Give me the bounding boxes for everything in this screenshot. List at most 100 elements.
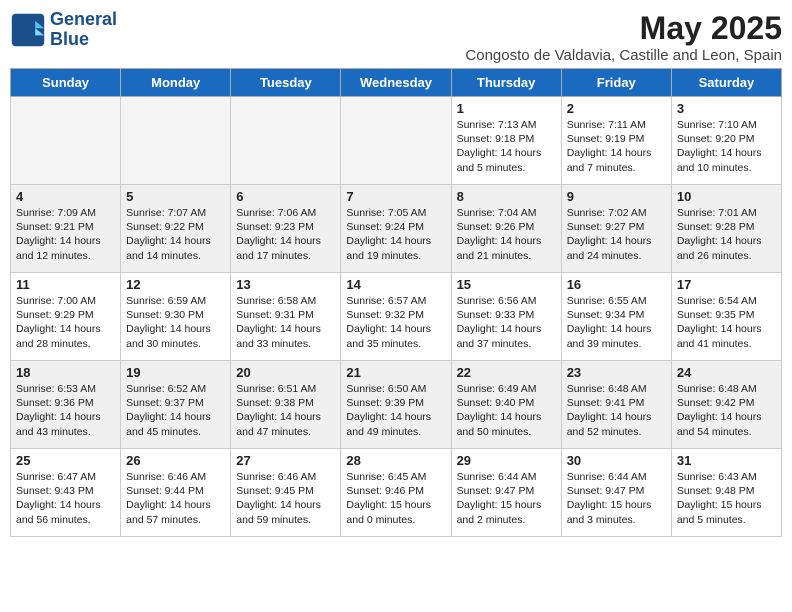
day-number: 24 xyxy=(677,365,776,380)
logo-icon xyxy=(10,12,46,48)
cal-cell: 11 Sunrise: 7:00 AM Sunset: 9:29 PM Dayli… xyxy=(11,273,121,361)
day-number: 1 xyxy=(457,101,556,116)
cal-cell: 25 Sunrise: 6:47 AM Sunset: 9:43 PM Dayli… xyxy=(11,449,121,537)
cal-cell: 17 Sunrise: 6:54 AM Sunset: 9:35 PM Dayli… xyxy=(671,273,781,361)
cal-cell: 26 Sunrise: 6:46 AM Sunset: 9:44 PM Dayli… xyxy=(121,449,231,537)
cal-cell: 22Sunrise: 6:49 AM Sunset: 9:40 PM Dayli… xyxy=(451,361,561,449)
day-number: 28 xyxy=(346,453,445,468)
day-number: 15 xyxy=(457,277,556,292)
cell-text: Sunrise: 6:59 AM Sunset: 9:30 PM Dayligh… xyxy=(126,294,225,351)
cell-text: Sunrise: 7:00 AM Sunset: 9:29 PM Dayligh… xyxy=(16,294,115,351)
cell-text: Sunrise: 6:56 AM Sunset: 9:33 PM Dayligh… xyxy=(457,294,556,351)
logo-line2: Blue xyxy=(50,30,117,50)
day-number: 20 xyxy=(236,365,335,380)
subtitle: Congosto de Valdavia, Castille and Leon,… xyxy=(465,47,782,64)
day-number: 3 xyxy=(677,101,776,116)
cal-cell: 7 Sunrise: 7:05 AM Sunset: 9:24 PM Daylig… xyxy=(341,185,451,273)
day-number: 7 xyxy=(346,189,445,204)
cal-cell: 23Sunrise: 6:48 AM Sunset: 9:41 PM Dayli… xyxy=(561,361,671,449)
day-number: 31 xyxy=(677,453,776,468)
cell-text: Sunrise: 6:55 AM Sunset: 9:34 PM Dayligh… xyxy=(567,294,666,351)
day-number: 5 xyxy=(126,189,225,204)
cell-text: Sunrise: 7:07 AM Sunset: 9:22 PM Dayligh… xyxy=(126,206,225,263)
day-number: 25 xyxy=(16,453,115,468)
day-header-sunday: Sunday xyxy=(11,69,121,97)
cal-cell: 1 Sunrise: 7:13 AM Sunset: 9:18 PM Daylig… xyxy=(451,97,561,185)
page-header: General Blue May 2025 Congosto de Valdav… xyxy=(10,10,782,64)
cal-cell xyxy=(11,97,121,185)
cal-cell: 8 Sunrise: 7:04 AM Sunset: 9:26 PM Daylig… xyxy=(451,185,561,273)
cal-cell: 16 Sunrise: 6:55 AM Sunset: 9:34 PM Dayli… xyxy=(561,273,671,361)
cell-text: Sunrise: 7:06 AM Sunset: 9:23 PM Dayligh… xyxy=(236,206,335,263)
day-header-thursday: Thursday xyxy=(451,69,561,97)
cal-cell: 15 Sunrise: 6:56 AM Sunset: 9:33 PM Dayli… xyxy=(451,273,561,361)
cal-cell: 24 Sunrise: 6:48 AM Sunset: 9:42 PM Dayli… xyxy=(671,361,781,449)
cell-text: Sunrise: 6:51 AM Sunset: 9:38 PM Dayligh… xyxy=(236,382,335,439)
day-number: 10 xyxy=(677,189,776,204)
day-number: 26 xyxy=(126,453,225,468)
day-number: 27 xyxy=(236,453,335,468)
cell-text: Sunrise: 6:44 AM Sunset: 9:47 PM Dayligh… xyxy=(567,470,666,527)
day-number: 17 xyxy=(677,277,776,292)
cell-text: Sunrise: 7:10 AM Sunset: 9:20 PM Dayligh… xyxy=(677,118,776,175)
cell-text: Sunrise: 6:49 AM Sunset: 9:40 PM Dayligh… xyxy=(457,382,556,439)
cal-cell: 21 Sunrise: 6:50 AM Sunset: 9:39 PM Dayli… xyxy=(341,361,451,449)
cell-text: Sunrise: 6:53 AM Sunset: 9:36 PM Dayligh… xyxy=(16,382,115,439)
day-number: 16 xyxy=(567,277,666,292)
cell-text: Sunrise: 6:58 AM Sunset: 9:31 PM Dayligh… xyxy=(236,294,335,351)
cell-text: Sunrise: 6:52 AM Sunset: 9:37 PM Dayligh… xyxy=(126,382,225,439)
cal-cell: 20 Sunrise: 6:51 AM Sunset: 9:38 PM Dayli… xyxy=(231,361,341,449)
cell-text: Sunrise: 6:57 AM Sunset: 9:32 PM Dayligh… xyxy=(346,294,445,351)
cal-cell: 27Sunrise: 6:46 AM Sunset: 9:45 PM Dayli… xyxy=(231,449,341,537)
day-number: 6 xyxy=(236,189,335,204)
cal-cell: 30 Sunrise: 6:44 AM Sunset: 9:47 PM Dayli… xyxy=(561,449,671,537)
cal-cell: 9 Sunrise: 7:02 AM Sunset: 9:27 PM Daylig… xyxy=(561,185,671,273)
day-header-wednesday: Wednesday xyxy=(341,69,451,97)
day-number: 9 xyxy=(567,189,666,204)
cal-cell xyxy=(341,97,451,185)
day-number: 13 xyxy=(236,277,335,292)
day-number: 19 xyxy=(126,365,225,380)
cal-cell: 18Sunrise: 6:53 AM Sunset: 9:36 PM Dayli… xyxy=(11,361,121,449)
main-title: May 2025 xyxy=(465,10,782,47)
cell-text: Sunrise: 7:01 AM Sunset: 9:28 PM Dayligh… xyxy=(677,206,776,263)
cal-cell xyxy=(121,97,231,185)
cell-text: Sunrise: 6:43 AM Sunset: 9:48 PM Dayligh… xyxy=(677,470,776,527)
cell-text: Sunrise: 6:45 AM Sunset: 9:46 PM Dayligh… xyxy=(346,470,445,527)
cal-cell: 28 Sunrise: 6:45 AM Sunset: 9:46 PM Dayli… xyxy=(341,449,451,537)
cell-text: Sunrise: 7:05 AM Sunset: 9:24 PM Dayligh… xyxy=(346,206,445,263)
day-number: 30 xyxy=(567,453,666,468)
cell-text: Sunrise: 7:04 AM Sunset: 9:26 PM Dayligh… xyxy=(457,206,556,263)
cell-text: Sunrise: 6:48 AM Sunset: 9:42 PM Dayligh… xyxy=(677,382,776,439)
cell-text: Sunrise: 6:46 AM Sunset: 9:44 PM Dayligh… xyxy=(126,470,225,527)
logo-line1: General xyxy=(50,10,117,30)
day-number: 12 xyxy=(126,277,225,292)
day-number: 21 xyxy=(346,365,445,380)
day-number: 14 xyxy=(346,277,445,292)
cell-text: Sunrise: 6:47 AM Sunset: 9:43 PM Dayligh… xyxy=(16,470,115,527)
cal-cell: 5 Sunrise: 7:07 AM Sunset: 9:22 PM Daylig… xyxy=(121,185,231,273)
cell-text: Sunrise: 6:48 AM Sunset: 9:41 PM Dayligh… xyxy=(567,382,666,439)
cal-cell: 2Sunrise: 7:11 AM Sunset: 9:19 PM Daylig… xyxy=(561,97,671,185)
cell-text: Sunrise: 7:02 AM Sunset: 9:27 PM Dayligh… xyxy=(567,206,666,263)
day-number: 29 xyxy=(457,453,556,468)
calendar-table: SundayMondayTuesdayWednesdayThursdayFrid… xyxy=(10,68,782,537)
cal-cell: 14 Sunrise: 6:57 AM Sunset: 9:32 PM Dayli… xyxy=(341,273,451,361)
cal-cell xyxy=(231,97,341,185)
day-number: 4 xyxy=(16,189,115,204)
cal-cell: 6 Sunrise: 7:06 AM Sunset: 9:23 PM Daylig… xyxy=(231,185,341,273)
day-header-friday: Friday xyxy=(561,69,671,97)
cell-text: Sunrise: 7:13 AM Sunset: 9:18 PM Dayligh… xyxy=(457,118,556,175)
title-block: May 2025 Congosto de Valdavia, Castille … xyxy=(465,10,782,64)
day-header-tuesday: Tuesday xyxy=(231,69,341,97)
day-number: 8 xyxy=(457,189,556,204)
cell-text: Sunrise: 6:50 AM Sunset: 9:39 PM Dayligh… xyxy=(346,382,445,439)
day-header-saturday: Saturday xyxy=(671,69,781,97)
cal-cell: 3 Sunrise: 7:10 AM Sunset: 9:20 PM Daylig… xyxy=(671,97,781,185)
cell-text: Sunrise: 6:44 AM Sunset: 9:47 PM Dayligh… xyxy=(457,470,556,527)
cal-cell: 12 Sunrise: 6:59 AM Sunset: 9:30 PM Dayli… xyxy=(121,273,231,361)
cell-text: Sunrise: 6:54 AM Sunset: 9:35 PM Dayligh… xyxy=(677,294,776,351)
cal-cell: 10 Sunrise: 7:01 AM Sunset: 9:28 PM Dayli… xyxy=(671,185,781,273)
day-number: 11 xyxy=(16,277,115,292)
cal-cell: 31 Sunrise: 6:43 AM Sunset: 9:48 PM Dayli… xyxy=(671,449,781,537)
